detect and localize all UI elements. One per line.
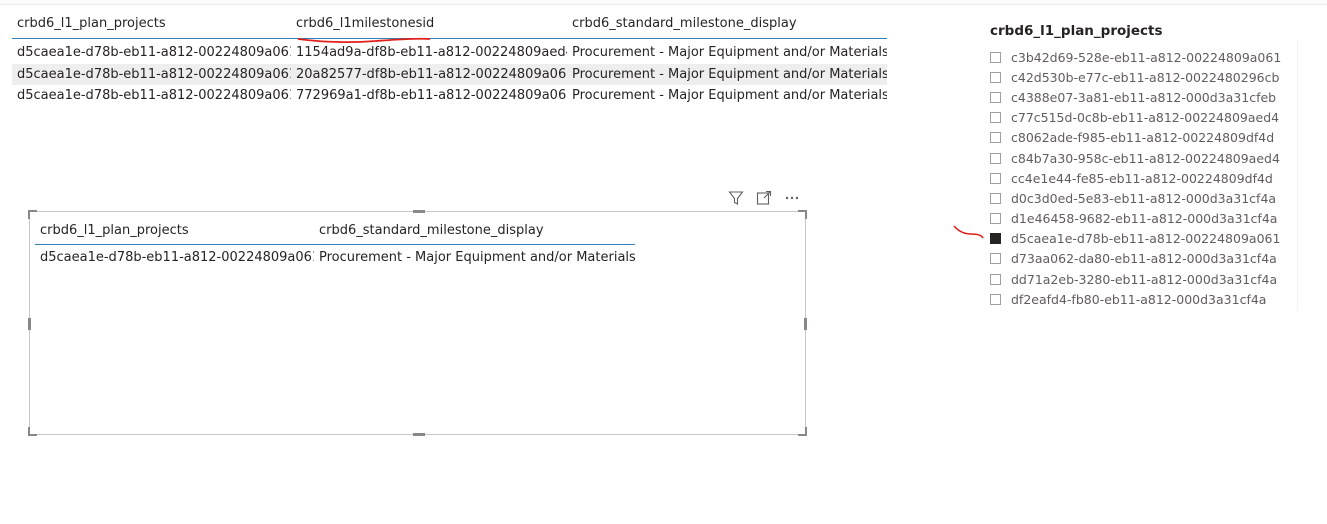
table-cell: Procurement - Major Equipment and/or Mat… bbox=[572, 45, 887, 61]
slicer-item[interactable]: c3b42d69-528e-eb11-a812-00224809a061 bbox=[990, 47, 1290, 67]
slicer-item-label: c84b7a30-958c-eb11-a812-00224809aed4 bbox=[1011, 150, 1280, 166]
slicer-item-label: d1e46458-9682-eb11-a812-000d3a31cf4a bbox=[1011, 211, 1278, 227]
slicer-item[interactable]: d1e46458-9682-eb11-a812-000d3a31cf4a bbox=[990, 209, 1290, 229]
slicer-item[interactable]: d5caea1e-d78b-eb11-a812-00224809a061 bbox=[990, 229, 1290, 249]
milestones-table: crbd6_l1_plan_projects crbd6_l1milestone… bbox=[12, 8, 887, 107]
slicer-item[interactable]: c84b7a30-958c-eb11-a812-00224809aed4 bbox=[990, 148, 1290, 168]
slicer-list: c3b42d69-528e-eb11-a812-00224809a061 c42d… bbox=[990, 47, 1290, 309]
table-row[interactable]: d5caea1e-d78b-eb11-a812-00224809a061 115… bbox=[12, 42, 887, 64]
slicer-item-label: cc4e1e44-fe85-eb11-a812-00224809df4d bbox=[1011, 170, 1273, 186]
column-header[interactable]: crbd6_l1milestonesid bbox=[291, 16, 567, 31]
slicer-item[interactable]: d73aa062-da80-eb11-a812-000d3a31cf4a bbox=[990, 249, 1290, 269]
table-cell: 1154ad9a-df8b-eb11-a812-00224809aed4 bbox=[296, 45, 567, 61]
checkbox[interactable] bbox=[990, 132, 1001, 144]
slicer-item-label: df2eafd4-fb80-eb11-a812-000d3a31cf4a bbox=[1011, 291, 1267, 307]
table-cell: d5caea1e-d78b-eb11-a812-00224809a061 bbox=[17, 88, 291, 104]
slicer-scrollbar[interactable] bbox=[1297, 40, 1298, 310]
slicer-item[interactable]: df2eafd4-fb80-eb11-a812-000d3a31cf4a bbox=[990, 289, 1290, 309]
slicer-title: crbd6_l1_plan_projects bbox=[990, 23, 1163, 39]
table-row[interactable]: d5caea1e-d78b-eb11-a812-00224809a061 772… bbox=[12, 85, 887, 107]
checkbox[interactable] bbox=[990, 152, 1001, 164]
project-slicer: crbd6_l1_plan_projects c3b42d69-528e-eb1… bbox=[990, 23, 1290, 309]
table-row[interactable]: d5caea1e-d78b-eb11-a812-00224809a061 20a… bbox=[12, 63, 887, 85]
checkbox[interactable] bbox=[990, 253, 1001, 265]
table-cell: Procurement - Major Equipment and/or Mat… bbox=[572, 66, 887, 82]
annotation-tick bbox=[953, 225, 984, 239]
checkbox-checked[interactable] bbox=[990, 233, 1001, 245]
column-header[interactable]: crbd6_standard_milestone_display bbox=[567, 16, 887, 31]
slicer-item[interactable]: d0c3d0ed-5e83-eb11-a812-000d3a31cf4a bbox=[990, 188, 1290, 208]
slicer-item-label: c3b42d69-528e-eb11-a812-00224809a061 bbox=[1011, 49, 1282, 65]
slicer-item-label: d73aa062-da80-eb11-a812-000d3a31cf4a bbox=[1011, 251, 1277, 267]
checkbox[interactable] bbox=[990, 273, 1001, 285]
slicer-item-label: dd71a2eb-3280-eb11-a812-000d3a31cf4a bbox=[1011, 271, 1278, 287]
table-header: crbd6_l1_plan_projects crbd6_standard_mi… bbox=[35, 216, 635, 245]
resize-handle-top[interactable] bbox=[413, 210, 425, 213]
resize-handle-top-right[interactable] bbox=[798, 210, 807, 219]
more-options-icon[interactable] bbox=[783, 190, 801, 206]
slicer-item-label: c4388e07-3a81-eb11-a812-000d3a31cfeb bbox=[1011, 89, 1277, 105]
table-cell: d5caea1e-d78b-eb11-a812-00224809a061 bbox=[17, 66, 291, 82]
focus-mode-icon[interactable] bbox=[755, 190, 773, 206]
table-header: crbd6_l1_plan_projects crbd6_l1milestone… bbox=[12, 8, 887, 39]
resize-handle-bottom-right[interactable] bbox=[798, 427, 807, 436]
checkbox[interactable] bbox=[990, 172, 1001, 184]
slicer-item-label: d5caea1e-d78b-eb11-a812-00224809a061 bbox=[1011, 231, 1281, 247]
slicer-item[interactable]: cc4e1e44-fe85-eb11-a812-00224809df4d bbox=[990, 168, 1290, 188]
column-header[interactable]: crbd6_l1_plan_projects bbox=[35, 223, 314, 238]
slicer-item[interactable]: c77c515d-0c8b-eb11-a812-00224809aed4 bbox=[990, 108, 1290, 128]
table-cell: Procurement - Major Equipment and/or Mat… bbox=[572, 88, 887, 104]
filtered-table: crbd6_l1_plan_projects crbd6_standard_mi… bbox=[35, 216, 635, 269]
slicer-item-label: c77c515d-0c8b-eb11-a812-00224809aed4 bbox=[1011, 110, 1280, 126]
checkbox[interactable] bbox=[990, 293, 1001, 305]
table-cell: 772969a1-df8b-eb11-a812-00224809a061 bbox=[296, 88, 567, 104]
filter-icon[interactable] bbox=[727, 190, 745, 206]
resize-handle-right[interactable] bbox=[804, 318, 807, 330]
table-cell: d5caea1e-d78b-eb11-a812-00224809a061 bbox=[40, 249, 314, 265]
column-header[interactable]: crbd6_l1_plan_projects bbox=[12, 16, 291, 31]
checkbox[interactable] bbox=[990, 112, 1001, 124]
table-cell: 20a82577-df8b-eb11-a812-00224809a061 bbox=[296, 66, 567, 82]
table-row[interactable]: d5caea1e-d78b-eb11-a812-00224809a061 Pro… bbox=[35, 245, 635, 269]
checkbox[interactable] bbox=[990, 51, 1001, 63]
checkbox[interactable] bbox=[990, 192, 1001, 204]
slicer-item-label: d0c3d0ed-5e83-eb11-a812-000d3a31cf4a bbox=[1011, 190, 1277, 206]
slicer-item[interactable]: c42d530b-e77c-eb11-a812-0022480296cb bbox=[990, 67, 1290, 87]
resize-handle-bottom[interactable] bbox=[413, 433, 425, 436]
slicer-item[interactable]: c8062ade-f985-eb11-a812-00224809df4d bbox=[990, 128, 1290, 148]
slicer-item-label: c42d530b-e77c-eb11-a812-0022480296cb bbox=[1011, 69, 1280, 85]
column-header[interactable]: crbd6_standard_milestone_display bbox=[314, 223, 635, 238]
annotation-underline bbox=[297, 37, 431, 44]
resize-handle-left[interactable] bbox=[28, 318, 31, 330]
slicer-item-label: c8062ade-f985-eb11-a812-00224809df4d bbox=[1011, 130, 1275, 146]
table-cell: d5caea1e-d78b-eb11-a812-00224809a061 bbox=[17, 45, 291, 61]
visual-header-toolbar bbox=[727, 190, 801, 206]
table-cell: Procurement - Major Equipment and/or Mat… bbox=[319, 249, 635, 265]
checkbox[interactable] bbox=[990, 71, 1001, 83]
selected-table-visual[interactable]: crbd6_l1_plan_projects crbd6_standard_mi… bbox=[28, 210, 807, 436]
resize-handle-bottom-left[interactable] bbox=[28, 427, 37, 436]
checkbox[interactable] bbox=[990, 213, 1001, 225]
checkbox[interactable] bbox=[990, 91, 1001, 103]
slicer-item[interactable]: dd71a2eb-3280-eb11-a812-000d3a31cf4a bbox=[990, 269, 1290, 289]
slicer-item[interactable]: c4388e07-3a81-eb11-a812-000d3a31cfeb bbox=[990, 87, 1290, 107]
top-edge bbox=[0, 0, 1327, 5]
